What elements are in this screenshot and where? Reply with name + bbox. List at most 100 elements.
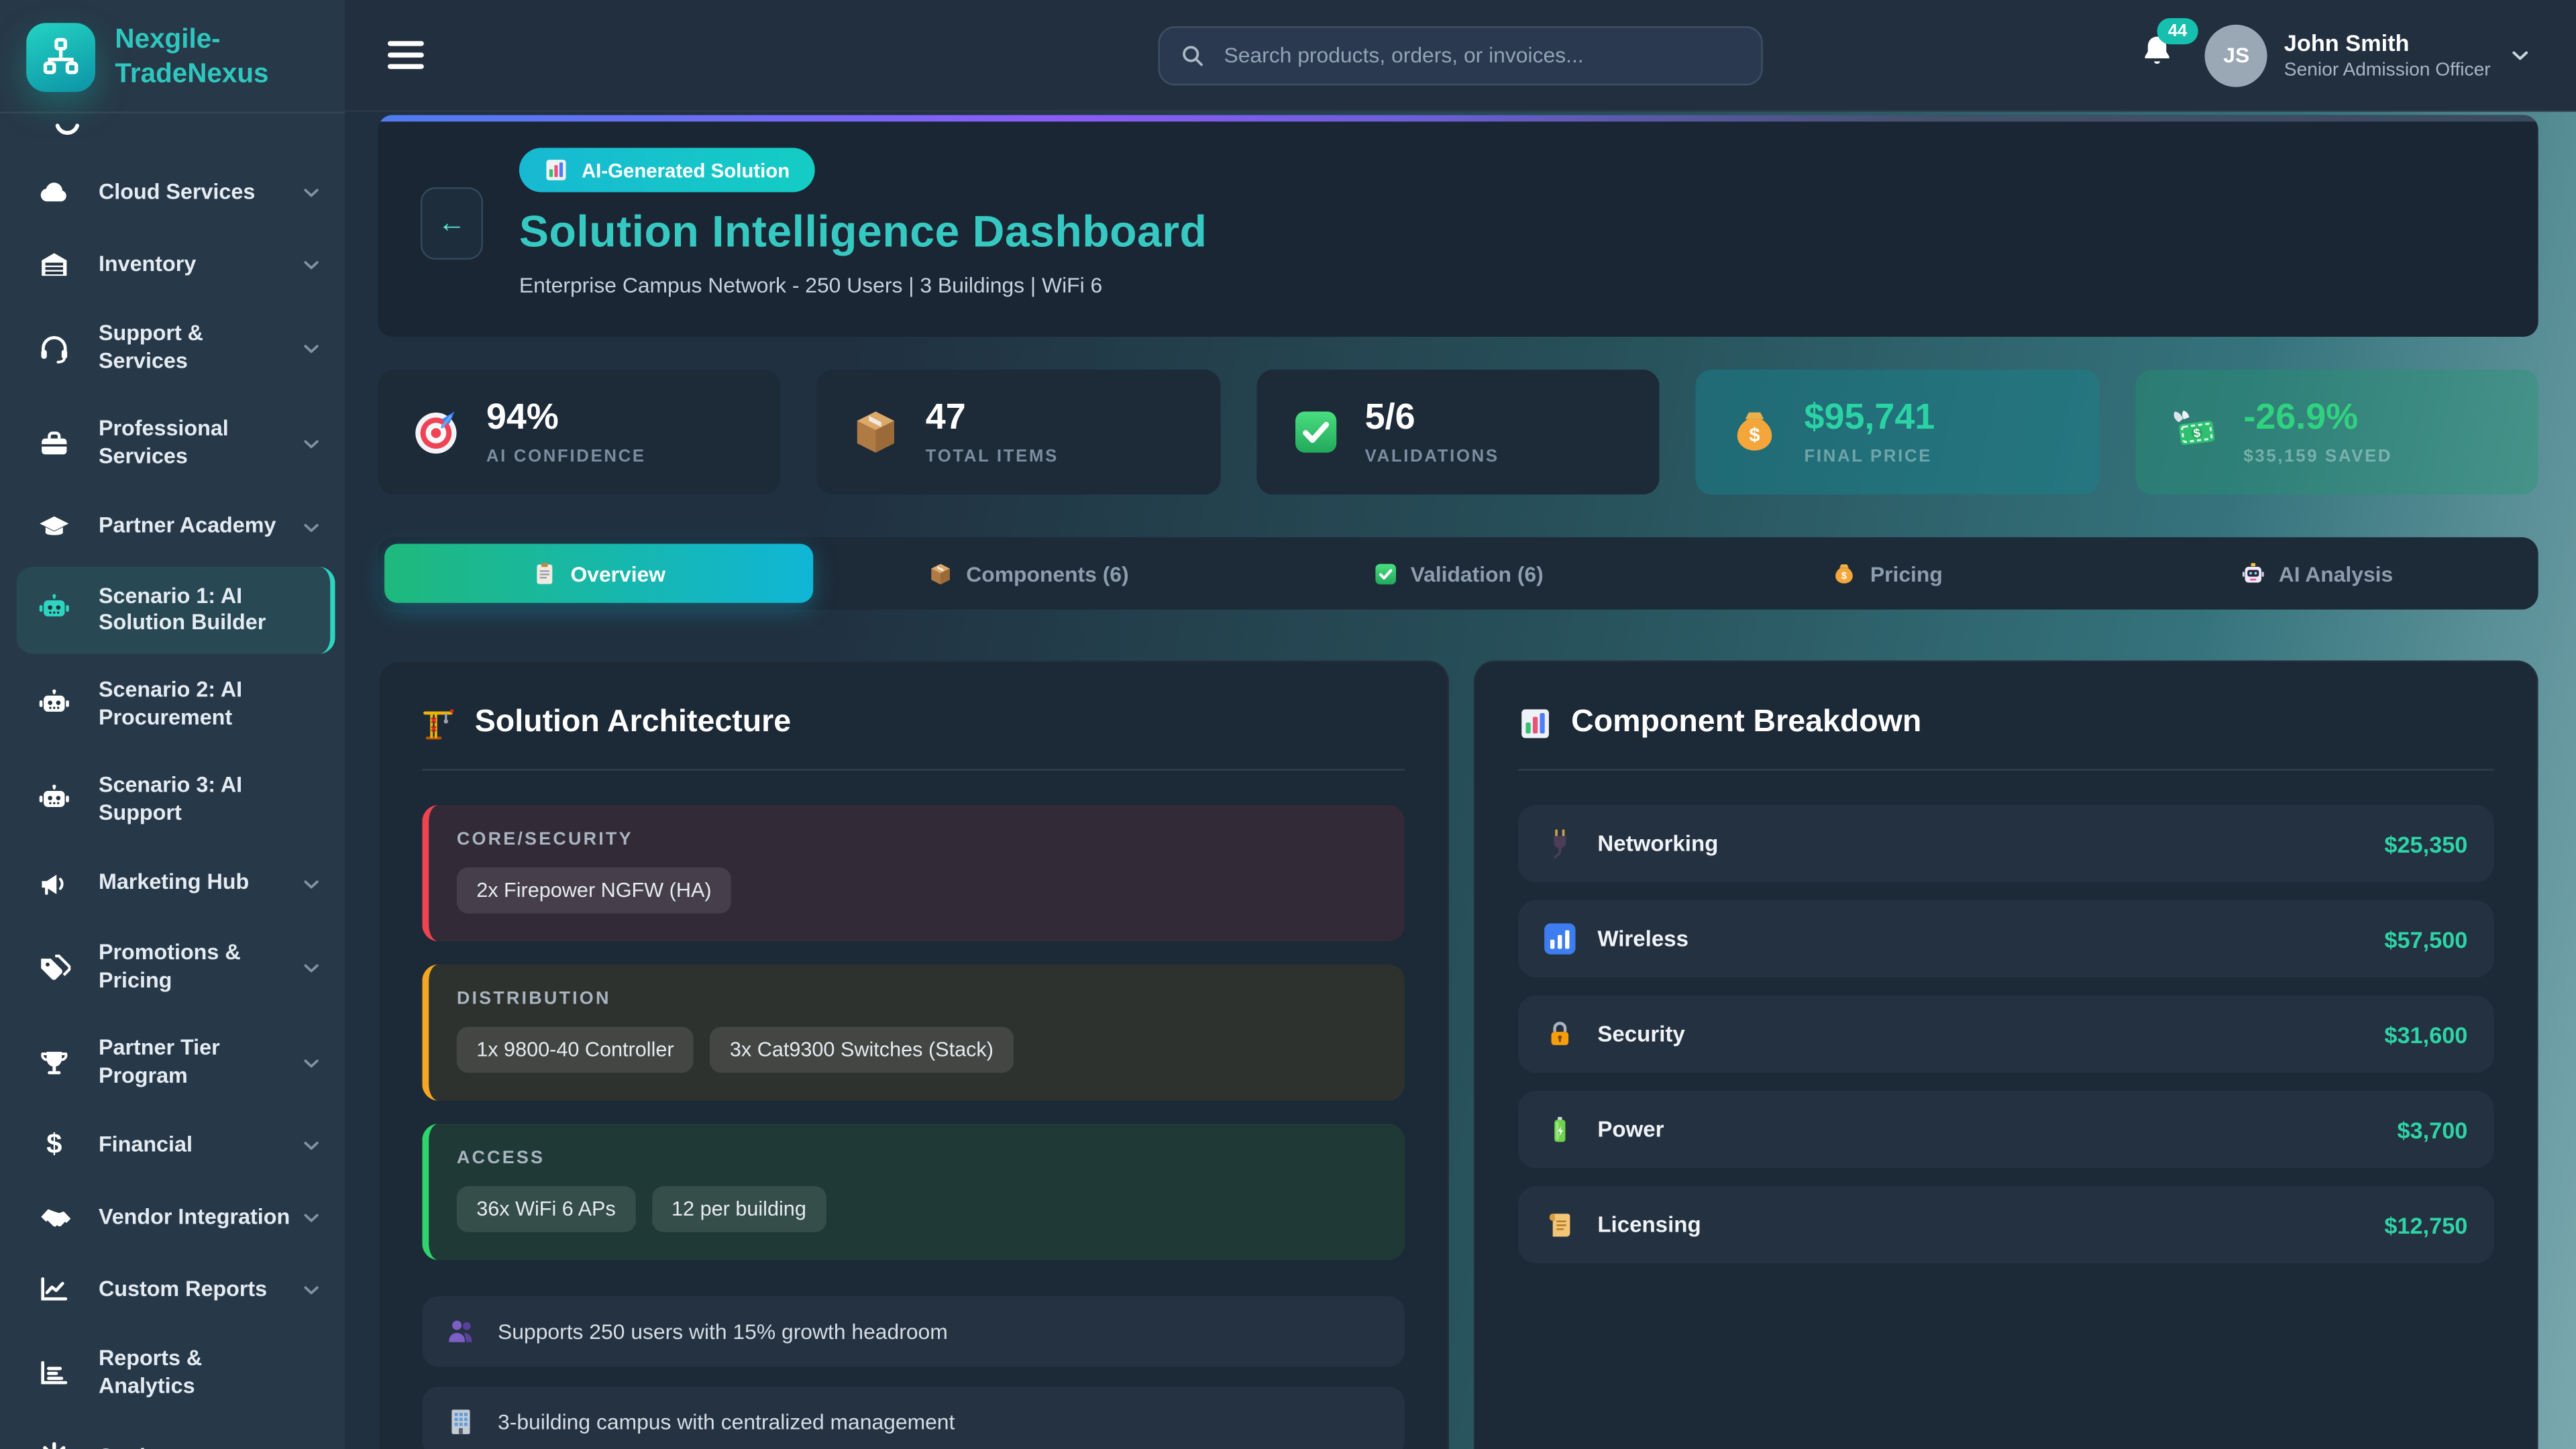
sidebar-item-professional-services[interactable]: Professional Services bbox=[0, 396, 345, 491]
sidebar: Nexgile-TradeNexus Cloud Services Invent… bbox=[0, 0, 345, 1449]
search-bar bbox=[1159, 25, 1763, 85]
sidebar-item-partner-tier-program[interactable]: Partner Tier Program bbox=[0, 1015, 345, 1110]
sidebar-item-scenario-1[interactable]: Scenario 1: AI Solution Builder bbox=[16, 566, 335, 655]
sidebar-item-promotions-pricing[interactable]: Promotions & Pricing bbox=[0, 920, 345, 1015]
sidebar-nav: Cloud Services Inventory Support & Servi… bbox=[0, 113, 345, 1449]
battery-icon bbox=[1545, 1114, 1576, 1145]
construction-crane-icon bbox=[422, 706, 456, 740]
tab-label: Components (6) bbox=[966, 561, 1128, 586]
chevron-down-icon bbox=[299, 337, 324, 362]
architecture-section-core-security: CORE/SECURITY 2x Firepower NGFW (HA) bbox=[422, 805, 1405, 941]
sidebar-item-label: Custom Reports bbox=[99, 1277, 296, 1304]
user-role: Senior Admission Officer bbox=[2284, 60, 2491, 80]
sidebar-item-cloud-services[interactable]: Cloud Services bbox=[0, 156, 345, 229]
plug-icon bbox=[1545, 828, 1576, 859]
component-chip: 1x 9800-40 Controller bbox=[457, 1027, 694, 1073]
sidebar-item-scenario-2[interactable]: Scenario 2: AI Procurement bbox=[0, 657, 345, 753]
panel-title: Solution Architecture bbox=[475, 705, 791, 741]
chevron-down-icon bbox=[299, 515, 324, 540]
tab-validation[interactable]: Validation (6) bbox=[1243, 544, 1672, 603]
menu-button[interactable] bbox=[388, 41, 424, 69]
sidebar-item-custom-reports[interactable]: Custom Reports bbox=[0, 1254, 345, 1327]
robot-icon bbox=[38, 594, 70, 627]
chart-bars-icon bbox=[38, 1358, 70, 1391]
user-menu[interactable]: JS John Smith Senior Admission Officer bbox=[2205, 24, 2533, 87]
sidebar-item-label: Vendor Integration bbox=[99, 1204, 296, 1232]
component-chip: 12 per building bbox=[652, 1186, 826, 1232]
brand-logo-icon bbox=[26, 23, 95, 92]
tags-icon bbox=[38, 951, 70, 983]
chevron-down-icon bbox=[299, 1134, 324, 1159]
tab-overview[interactable]: Overview bbox=[384, 544, 814, 603]
tab-ai-analysis[interactable]: AI Analysis bbox=[2102, 544, 2532, 603]
solution-architecture-panel: Solution Architecture CORE/SECURITY 2x F… bbox=[378, 660, 1450, 1449]
panel-title: Component Breakdown bbox=[1571, 705, 1921, 741]
row-label: Networking bbox=[1597, 831, 2363, 856]
stat-value: $95,741 bbox=[1805, 398, 1935, 438]
stat-label: $35,159 SAVED bbox=[2243, 446, 2392, 466]
stat-value: -26.9% bbox=[2243, 398, 2392, 438]
sidebar-item-marketing-hub[interactable]: Marketing Hub bbox=[0, 847, 345, 920]
page-title: Solution Intelligence Dashboard bbox=[519, 207, 1208, 258]
sidebar-item-label: Scenario 2: AI Procurement bbox=[99, 678, 296, 733]
architecture-section-access: ACCESS 36x WiFi 6 APs 12 per building bbox=[422, 1124, 1405, 1260]
sidebar-item-label: Cloud Services bbox=[99, 178, 296, 206]
partial-scrolled-icon bbox=[51, 123, 84, 140]
stat-label: FINAL PRICE bbox=[1805, 446, 1935, 466]
tab-label: Pricing bbox=[1870, 561, 1943, 586]
search-icon bbox=[1179, 42, 1205, 68]
package-icon bbox=[928, 561, 953, 586]
sidebar-item-label: Inventory bbox=[99, 251, 296, 278]
money-bag-icon bbox=[1833, 561, 1858, 586]
component-chip: 36x WiFi 6 APs bbox=[457, 1186, 635, 1232]
row-value: $3,700 bbox=[2397, 1116, 2467, 1142]
sidebar-item-label: Support & Services bbox=[99, 321, 296, 376]
stat-value: 5/6 bbox=[1365, 398, 1499, 438]
chevron-down-icon bbox=[299, 956, 324, 981]
chevron-down-icon bbox=[299, 1207, 324, 1232]
note-text: 3-building campus with centralized manag… bbox=[498, 1409, 955, 1434]
bar-chart-card-icon bbox=[544, 158, 569, 182]
chevron-down-icon bbox=[299, 253, 324, 278]
notifications-button[interactable]: 44 bbox=[2139, 33, 2176, 77]
row-label: Security bbox=[1597, 1022, 2363, 1046]
search-input[interactable] bbox=[1221, 41, 1741, 69]
bar-chart-icon bbox=[1545, 923, 1576, 955]
tab-components[interactable]: Components (6) bbox=[814, 544, 1243, 603]
stat-card-savings: -26.9% $35,159 SAVED bbox=[2135, 370, 2538, 494]
sidebar-item-label: Professional Services bbox=[99, 415, 296, 471]
top-header: 44 JS John Smith Senior Admission Office… bbox=[345, 0, 2576, 112]
sidebar-item-label: Scenario 3: AI Support bbox=[99, 772, 296, 828]
component-chip: 3x Cat9300 Switches (Stack) bbox=[710, 1027, 1013, 1073]
chevron-down-icon bbox=[299, 1279, 324, 1303]
back-button[interactable]: ← bbox=[421, 186, 483, 259]
sidebar-item-financial[interactable]: $ Financial bbox=[0, 1110, 345, 1182]
architecture-note-users: Supports 250 users with 15% growth headr… bbox=[422, 1296, 1405, 1366]
tab-pricing[interactable]: Pricing bbox=[1673, 544, 2102, 603]
sidebar-item-settings[interactable]: Settings bbox=[0, 1421, 345, 1449]
stat-value: 47 bbox=[926, 398, 1059, 438]
stat-label: VALIDATIONS bbox=[1365, 446, 1499, 466]
page-subtitle: Enterprise Campus Network - 250 Users | … bbox=[519, 273, 1208, 298]
robot-icon bbox=[2241, 561, 2265, 586]
tab-label: Validation (6) bbox=[1411, 561, 1544, 586]
row-value: $31,600 bbox=[2384, 1021, 2467, 1047]
sidebar-item-partner-academy[interactable]: Partner Academy bbox=[0, 490, 345, 563]
badge-label: AI-Generated Solution bbox=[582, 158, 790, 181]
sidebar-item-inventory[interactable]: Inventory bbox=[0, 228, 345, 301]
sidebar-item-vendor-integration[interactable]: Vendor Integration bbox=[0, 1182, 345, 1254]
robot-icon bbox=[38, 689, 70, 722]
stat-label: TOTAL ITEMS bbox=[926, 446, 1059, 466]
sidebar-item-scenario-3[interactable]: Scenario 3: AI Support bbox=[0, 753, 345, 848]
stats-row: 94% AI CONFIDENCE 47 TOTAL ITEMS 5/6 VAL… bbox=[378, 370, 2538, 494]
sidebar-item-label: Partner Academy bbox=[99, 513, 296, 540]
sidebar-item-support-services[interactable]: Support & Services bbox=[0, 301, 345, 396]
sidebar-item-reports-analytics[interactable]: Reports & Analytics bbox=[0, 1326, 345, 1421]
sidebar-item-partial[interactable] bbox=[0, 123, 345, 156]
section-label: CORE/SECURITY bbox=[457, 830, 1377, 849]
trophy-icon bbox=[38, 1046, 70, 1079]
brand[interactable]: Nexgile-TradeNexus bbox=[0, 0, 345, 113]
scroll-icon bbox=[1545, 1209, 1576, 1240]
hero-banner: ← AI-Generated Solution Solution Intelli… bbox=[378, 115, 2538, 337]
chevron-down-icon bbox=[299, 180, 324, 205]
